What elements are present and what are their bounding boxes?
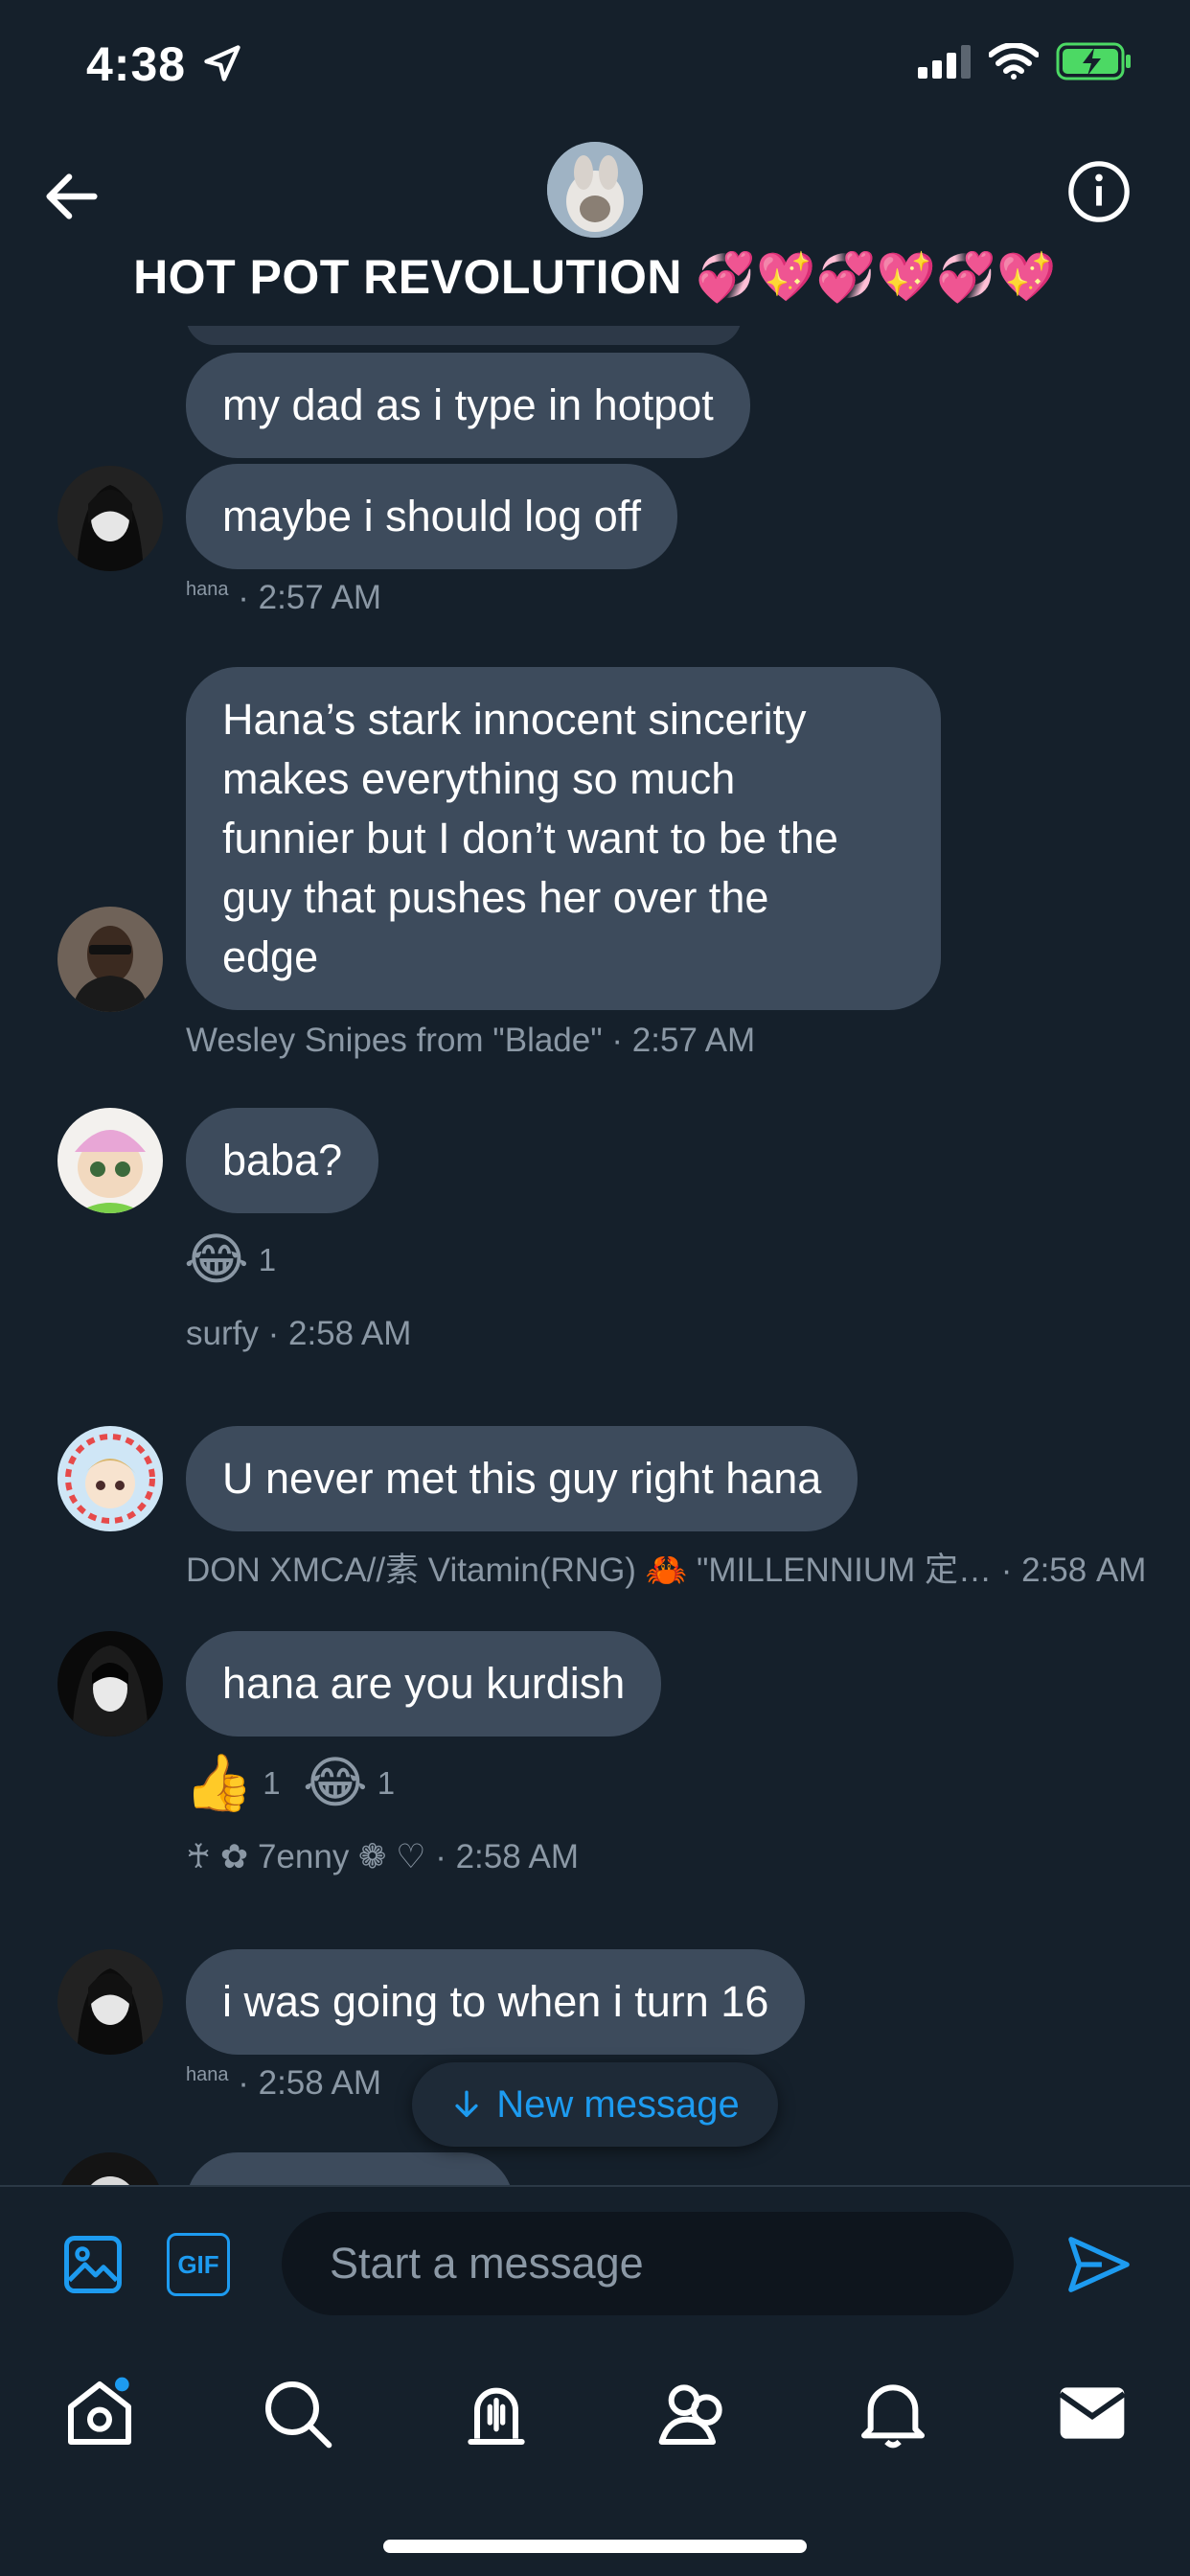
previous-message-bubble: [186, 326, 742, 345]
reaction[interactable]: 😂 1: [184, 1232, 276, 1288]
home-indicator: [383, 2540, 807, 2553]
avatar-image: [57, 1631, 163, 1736]
message-list: my dad as i type in hotpot maybe i shoul…: [0, 326, 1190, 2185]
avatar[interactable]: [57, 2152, 163, 2185]
avatar[interactable]: [57, 466, 163, 571]
sender-name: Wesley Snipes from "Blade": [186, 1022, 603, 1059]
reaction[interactable]: 😂 1: [303, 1756, 395, 1811]
reaction-emoji: 👍: [184, 1752, 254, 1814]
status-time: 4:38: [86, 37, 187, 91]
sender-name: hana: [186, 579, 229, 600]
wifi-icon: [989, 43, 1039, 80]
arrow-left-icon[interactable]: [38, 163, 105, 230]
reaction-count: 1: [377, 1765, 396, 1801]
sender-name: DON XMCA//素 Vitamin(RNG) 🦀 "MILLENNIUM 定…: [186, 1552, 992, 1589]
home-icon[interactable]: [61, 2375, 138, 2451]
message-meta: ♰ ✿ 7enny ❁ ♡ · 2:58 AM: [186, 1838, 579, 1876]
message-bubble[interactable]: [186, 2152, 514, 2185]
message-bubble[interactable]: baba?: [186, 1108, 379, 1213]
cellular-signal-icon: [918, 45, 971, 79]
avatar[interactable]: [57, 1426, 163, 1531]
avatar-image: [57, 466, 163, 571]
status-bar: 4:38: [0, 0, 1190, 134]
message-bubble[interactable]: i was going to when i turn 16: [186, 1949, 806, 2055]
avatar-image: [57, 1949, 163, 2055]
group-avatar-image: [547, 142, 643, 238]
battery-charging-icon: [1056, 42, 1131, 80]
mail-icon[interactable]: [1054, 2375, 1131, 2451]
reaction-count: 1: [258, 1242, 277, 1277]
message-time: · 2:58 AM: [1000, 1552, 1147, 1589]
search-icon[interactable]: [259, 2375, 335, 2451]
avatar-image: [57, 907, 163, 1012]
status-indicators: [918, 42, 1133, 80]
arrow-down-icon: [455, 2090, 478, 2118]
message-bubble[interactable]: my dad as i type in hotpot: [186, 353, 750, 458]
message-bubble[interactable]: Hana’s stark innocent sincerity makes ev…: [186, 667, 941, 1010]
reaction[interactable]: 👍 1: [184, 1756, 281, 1811]
message-meta: Wesley Snipes from "Blade" · 2:57 AM: [186, 1022, 755, 1060]
info-icon[interactable]: [1065, 158, 1133, 225]
reaction-count: 1: [263, 1765, 281, 1801]
send-icon[interactable]: [1065, 2231, 1133, 2298]
location-arrow-icon: [204, 45, 240, 81]
gif-icon[interactable]: GIF: [167, 2233, 230, 2296]
communities-icon[interactable]: [655, 2375, 732, 2451]
gif-label: GIF: [177, 2249, 219, 2279]
bottom-tab-bar: [0, 2338, 1190, 2576]
message-meta: surfy · 2:58 AM: [186, 1315, 411, 1353]
message-bubble[interactable]: maybe i should log off: [186, 464, 677, 569]
message-meta: DON XMCA//素 Vitamin(RNG) 🦀 "MILLENNIUM 定…: [186, 1543, 1146, 1592]
conversation-header: HOT POT REVOLUTION 💞💖💞💖💞💖: [0, 134, 1190, 326]
message-meta: hana · 2:58 AM: [186, 2064, 381, 2103]
group-title: HOT POT REVOLUTION 💞💖💞💖💞💖: [133, 250, 1057, 304]
avatar-image: [57, 1426, 163, 1531]
reaction-emoji: 😂: [303, 1752, 368, 1814]
reaction-emoji: 😂: [184, 1229, 249, 1291]
message-meta: hana · 2:57 AM: [186, 579, 381, 617]
message-input[interactable]: [282, 2212, 1014, 2315]
avatar[interactable]: [57, 1108, 163, 1213]
sender-name: surfy: [186, 1315, 259, 1352]
sender-name: ♰ ✿ 7enny ❁ ♡: [186, 1838, 426, 1875]
message-time: · 2:58 AM: [435, 1838, 579, 1875]
avatar[interactable]: [57, 1631, 163, 1736]
bell-icon[interactable]: [855, 2375, 931, 2451]
message-bubble[interactable]: hana are you kurdish: [186, 1631, 662, 1736]
message-time: · 2:58 AM: [267, 1315, 412, 1352]
avatar[interactable]: [57, 1949, 163, 2055]
image-icon[interactable]: [61, 2233, 125, 2296]
sender-name: hana: [186, 2064, 229, 2085]
avatar-image: [57, 2152, 163, 2185]
avatar[interactable]: [57, 907, 163, 1012]
message-time: · 2:57 AM: [611, 1022, 756, 1059]
message-bubble[interactable]: U never met this guy right hana: [186, 1426, 858, 1531]
message-time: · 2:57 AM: [238, 579, 382, 616]
spaces-icon[interactable]: [458, 2375, 535, 2451]
new-message-button[interactable]: New message: [412, 2062, 778, 2147]
avatar-image: [57, 1108, 163, 1213]
message-time: · 2:58 AM: [238, 2064, 382, 2102]
message-composer: GIF: [0, 2185, 1190, 2338]
group-avatar[interactable]: [547, 142, 643, 238]
new-message-label: New message: [496, 2082, 740, 2126]
